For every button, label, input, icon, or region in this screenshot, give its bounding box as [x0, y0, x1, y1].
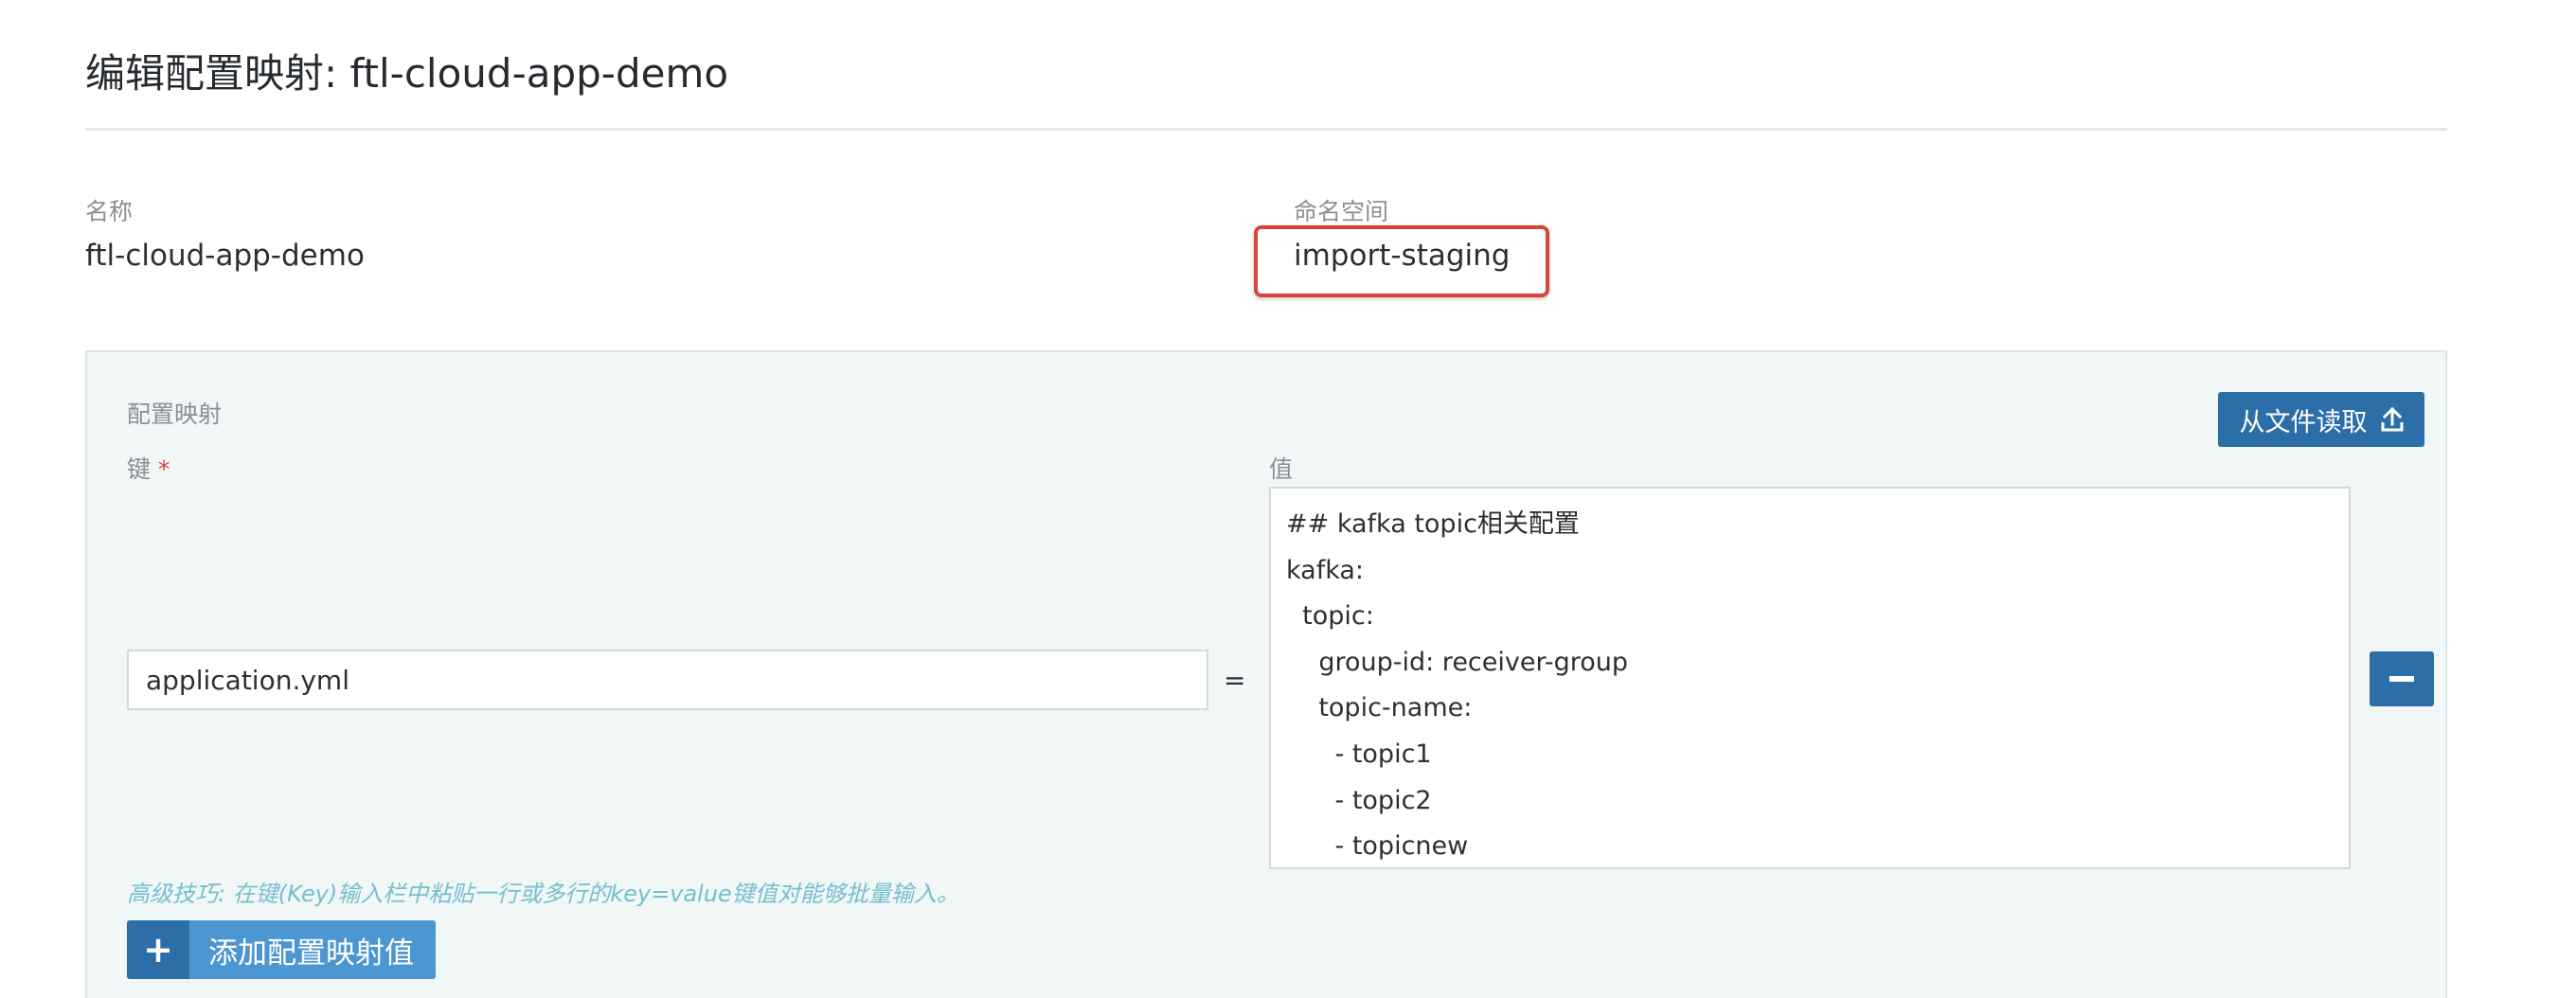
key-label-wrap: 键 *	[127, 451, 170, 485]
configmap-panel: 配置映射 键 * 值 从文件读取 application.yml = ## kaf…	[85, 350, 2447, 998]
edit-configmap-page: 编辑配置映射: ftl-cloud-app-demo 名称 ftl-cloud-…	[0, 0, 2576, 998]
add-configmap-value-label: 添加配置映射值	[208, 936, 414, 971]
value-label: 值	[1269, 455, 1294, 483]
configmap-section-label: 配置映射	[127, 401, 223, 428]
value-line: ## kafka topic相关配置	[1286, 509, 1580, 539]
namespace-highlight-box	[1254, 225, 1549, 297]
upload-icon	[2381, 407, 2404, 432]
read-from-file-button[interactable]: 从文件读取	[2218, 392, 2424, 447]
value-line: group-id: receiver-group	[1286, 647, 1629, 677]
name-label: 名称	[85, 198, 134, 225]
minus-icon	[2389, 676, 2414, 682]
value-line: - topic2	[1286, 785, 1432, 815]
value-line: topic:	[1286, 601, 1374, 632]
read-from-file-label: 从文件读取	[2239, 407, 2368, 437]
value-line: - topic1	[1286, 739, 1432, 769]
namespace-label: 命名空间	[1294, 198, 1389, 225]
name-value: ftl-cloud-app-demo	[85, 239, 365, 273]
required-mark: *	[158, 455, 170, 483]
plus-icon: +	[127, 920, 189, 979]
add-configmap-value-button[interactable]: + 添加配置映射值	[127, 920, 436, 979]
value-line: kafka:	[1286, 555, 1365, 585]
key-label: 键	[127, 455, 152, 483]
equals-sign: =	[1224, 665, 1246, 696]
value-line: - topicnew	[1286, 831, 1469, 862]
title-divider	[85, 128, 2447, 131]
page-title: 编辑配置映射: ftl-cloud-app-demo	[85, 50, 729, 97]
key-input[interactable]: application.yml	[127, 650, 1208, 710]
value-textarea[interactable]: ## kafka topic相关配置 kafka: topic: group-i…	[1269, 487, 2351, 869]
advanced-tip: 高级技巧: 在键(Key)输入栏中粘贴一行或多行的key=value键值对能够批…	[127, 881, 959, 907]
remove-entry-button[interactable]	[2370, 651, 2434, 706]
value-line: topic-name:	[1286, 693, 1473, 723]
